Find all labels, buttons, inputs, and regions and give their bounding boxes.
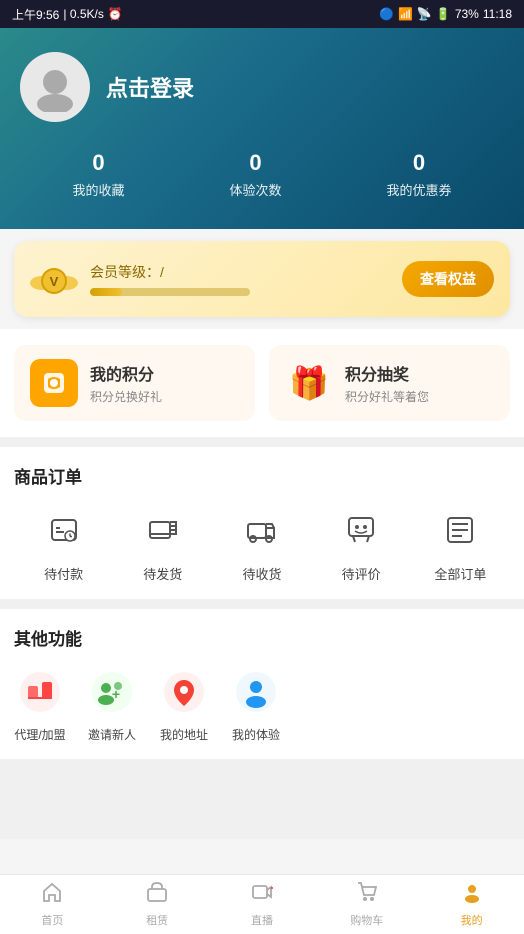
stats-row: 0 我的收藏 0 体验次数 0 我的优惠券 [20,150,504,199]
status-network: | 0.5K/s [63,7,103,21]
func-my-experience[interactable]: 我的体验 [230,666,282,743]
order-item-pending-payment[interactable]: 待付款 [38,504,90,583]
stat-favorites[interactable]: 0 我的收藏 [72,150,124,199]
nav-home[interactable]: 首页 [0,875,105,934]
wifi-icon: 📡 [417,7,432,21]
points-icon [30,359,78,407]
member-badge-icon: V [30,255,78,303]
invite-icon: + [86,666,138,718]
signal-icon: 📶 [398,7,413,21]
clock-display: 11:18 [483,7,512,21]
my-points-sub: 积分兑换好礼 [90,388,162,405]
experiences-label: 体验次数 [229,180,281,199]
other-functions-section: 其他功能 代理/加盟 [0,609,524,759]
pending-review-icon [335,504,387,556]
address-label: 我的地址 [160,726,208,743]
profile-icon [461,881,483,909]
status-bar: 上午9:56 | 0.5K/s ⏰ 🔵 📶 📡 🔋 73% 11:18 [0,0,524,28]
experiences-count: 0 [229,150,281,176]
pending-receive-icon [236,504,288,556]
svg-text:+: + [112,686,120,702]
member-info: 会员等级：/ [90,262,250,296]
home-icon [41,881,63,909]
my-experience-icon [230,666,282,718]
nav-rental[interactable]: 租赁 [105,875,210,934]
func-agent[interactable]: 代理/加盟 [14,666,66,743]
status-time: 上午9:56 [12,6,59,23]
favorites-label: 我的收藏 [72,180,124,199]
nav-live[interactable]: 直播 [210,875,315,934]
agent-icon [14,666,66,718]
avatar[interactable] [20,52,90,122]
raffle-title: 积分抽奖 [345,361,429,385]
all-orders-label: 全部订单 [434,564,486,583]
stat-experiences[interactable]: 0 体验次数 [229,150,281,199]
raffle-icon: 🎁 [285,359,333,407]
coupons-label: 我的优惠券 [386,180,451,199]
orders-section: 商品订单 待付款 [0,447,524,599]
alarm-icon: ⏰ [108,7,123,21]
content-area: 我的积分 积分兑换好礼 🎁 积分抽奖 积分好礼等着您 商品订单 [0,329,524,839]
order-item-pending-review[interactable]: 待评价 [335,504,387,583]
member-left: V 会员等级：/ [30,255,250,303]
pending-payment-label: 待付款 [44,564,83,583]
invite-label: 邀请新人 [88,726,136,743]
svg-text:V: V [50,274,59,289]
order-item-pending-ship[interactable]: 待发货 [137,504,189,583]
points-text: 我的积分 积分兑换好礼 [90,361,162,405]
all-orders-icon [434,504,486,556]
raffle-text: 积分抽奖 积分好礼等着您 [345,361,429,405]
shop-icon [146,881,168,909]
func-address[interactable]: 我的地址 [158,666,210,743]
live-icon [251,881,273,909]
favorites-count: 0 [72,150,124,176]
address-icon [158,666,210,718]
member-progress-fill [90,288,122,296]
status-left: 上午9:56 | 0.5K/s ⏰ [12,6,123,23]
nav-cart[interactable]: 购物车 [314,875,419,934]
agent-label: 代理/加盟 [14,726,65,743]
battery-icon: 🔋 [436,7,451,21]
hero-section: 点击登录 0 我的收藏 0 体验次数 0 我的优惠券 [0,28,524,229]
orders-title: 商品订单 [14,463,510,488]
nav-home-label: 首页 [41,912,63,928]
view-benefits-button[interactable]: 查看权益 [402,261,494,297]
raffle-card[interactable]: 🎁 积分抽奖 积分好礼等着您 [269,345,510,421]
nav-profile-label: 我的 [461,912,483,928]
order-item-pending-receive[interactable]: 待收货 [236,504,288,583]
my-experience-label: 我的体验 [232,726,280,743]
nav-profile[interactable]: 我的 [419,875,524,934]
bluetooth-icon: 🔵 [379,7,394,21]
user-info[interactable]: 点击登录 [20,52,504,122]
pending-ship-label: 待发货 [143,564,182,583]
cart-icon [356,881,378,909]
nav-live-label: 直播 [251,912,273,928]
pending-receive-label: 待收货 [242,564,281,583]
pending-payment-icon [38,504,90,556]
coupons-count: 0 [386,150,451,176]
nav-rental-label: 租赁 [146,912,168,928]
member-progress-bar [90,288,250,296]
pending-review-label: 待评价 [342,564,381,583]
my-points-card[interactable]: 我的积分 积分兑换好礼 [14,345,255,421]
raffle-sub: 积分好礼等着您 [345,388,429,405]
function-icons: 代理/加盟 + 邀请新人 [14,666,510,743]
stat-coupons[interactable]: 0 我的优惠券 [386,150,451,199]
status-right: 🔵 📶 📡 🔋 73% 11:18 [379,7,512,21]
member-card[interactable]: V 会员等级：/ 查看权益 [14,241,510,317]
battery-level: 73% [455,7,479,21]
func-invite[interactable]: + 邀请新人 [86,666,138,743]
member-level-text: 会员等级：/ [90,262,250,282]
bottom-nav: 首页 租赁 直播 购物车 [0,874,524,934]
pending-ship-icon [137,504,189,556]
order-icons: 待付款 待发货 [14,504,510,583]
my-points-title: 我的积分 [90,361,162,385]
points-section: 我的积分 积分兑换好礼 🎁 积分抽奖 积分好礼等着您 [0,329,524,437]
login-prompt[interactable]: 点击登录 [106,71,194,103]
other-functions-title: 其他功能 [14,625,510,650]
nav-cart-label: 购物车 [350,912,383,928]
order-item-all[interactable]: 全部订单 [434,504,486,583]
